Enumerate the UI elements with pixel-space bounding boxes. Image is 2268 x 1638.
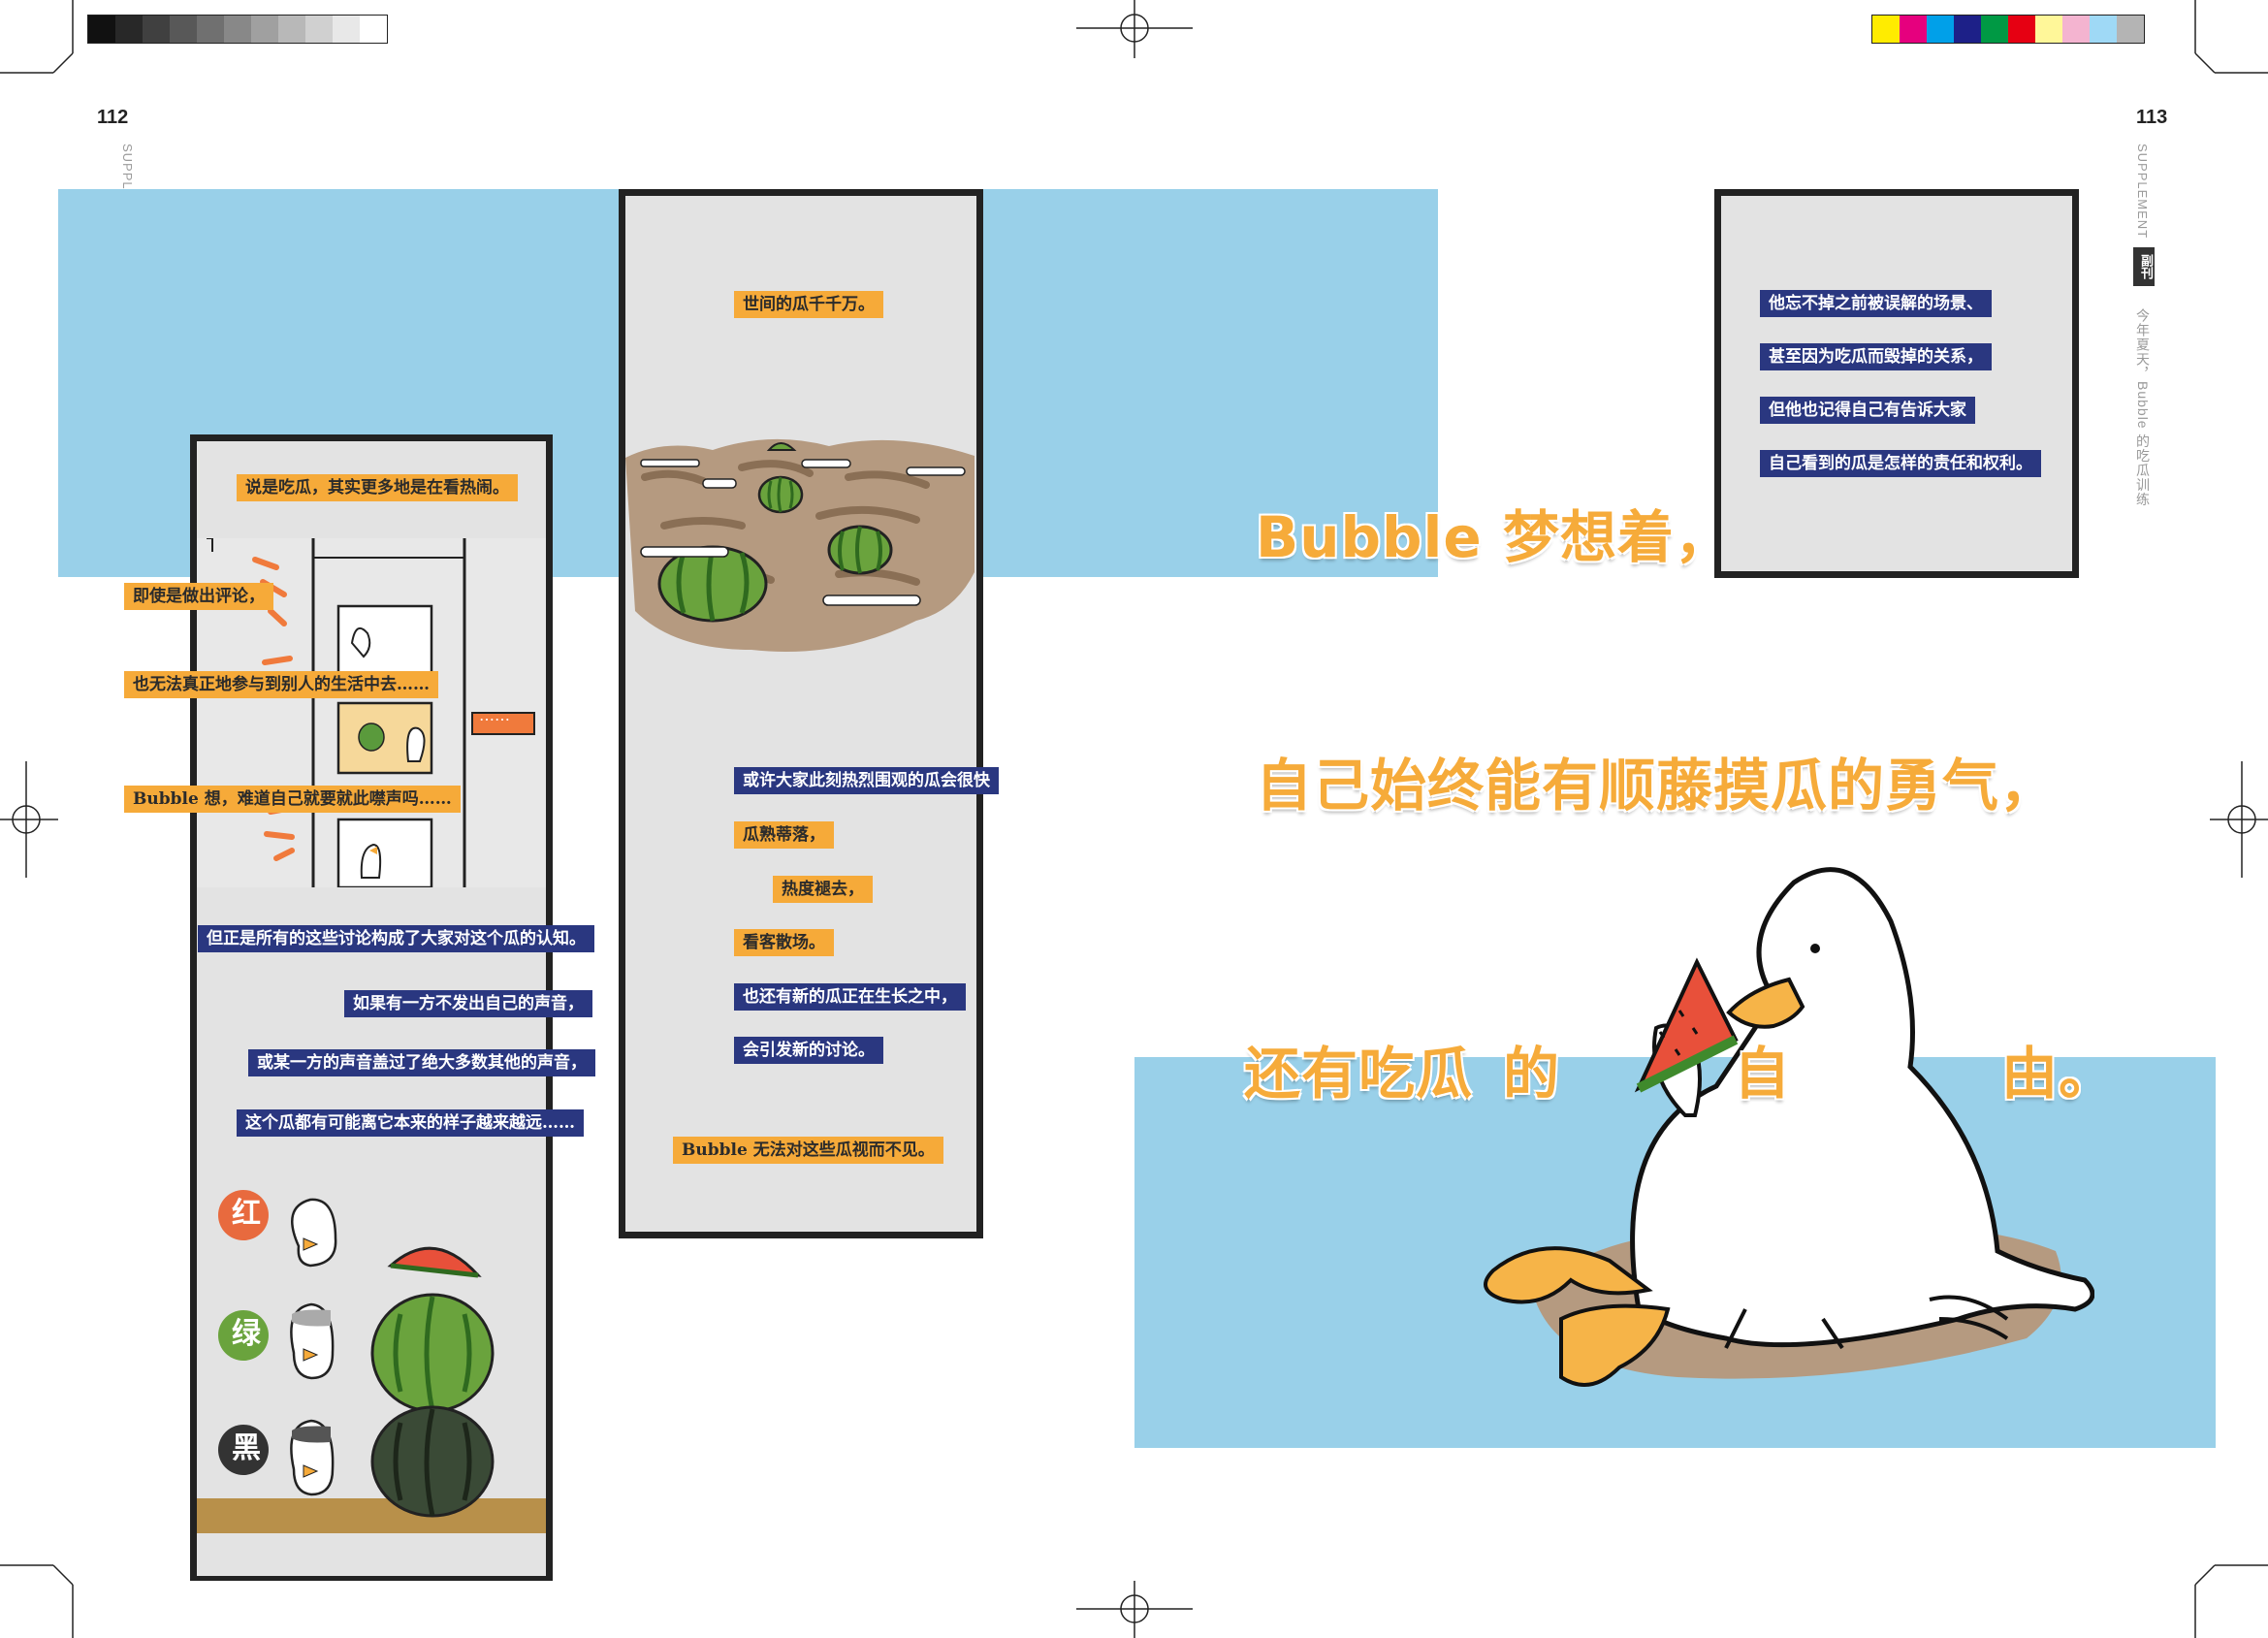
- grey-swatch: [333, 16, 360, 43]
- crop-mark-bl: [0, 1564, 74, 1638]
- color-swatch: [2035, 16, 2062, 43]
- comic-panel-memory: [1714, 189, 2079, 578]
- caption-label: 看客散场。: [734, 929, 834, 956]
- color-swatch: [2008, 16, 2035, 43]
- color-swatch: [2090, 16, 2117, 43]
- badge-green: 绿: [232, 1317, 261, 1351]
- caption-label: Bubble 想，难道自己就要就此噤声吗……: [124, 786, 461, 813]
- caption-label: 他忘不掉之前被误解的场景、: [1760, 290, 1992, 317]
- headline-line-2: 自己始终能有顺藤摸瓜的勇气，: [1256, 753, 2058, 819]
- color-swatch: [1927, 16, 1954, 43]
- headline-line-3c: 自: [1734, 1041, 1792, 1107]
- page-number-left: 112: [97, 107, 129, 128]
- headline-line-3b: 的: [1503, 1041, 1561, 1107]
- badge-black: 黑: [232, 1431, 261, 1465]
- caption-label: 即使是做出评论，: [124, 583, 273, 610]
- speech-bubble-text: ……: [479, 706, 510, 724]
- supplement-label-right: SUPPLEMENT: [2135, 144, 2150, 240]
- caption-label: 但正是所有的这些讨论构成了大家对这个瓜的认知。: [198, 925, 594, 952]
- crop-mark-tr: [2194, 0, 2268, 74]
- caption-label: 也无法真正地参与到别人的生活中去……: [124, 671, 438, 698]
- color-swatch: [1981, 16, 2008, 43]
- caption-label: 说是吃瓜，其实更多地是在看热闹。: [237, 474, 518, 501]
- melon-field-illustration: [625, 438, 974, 652]
- grey-swatch: [115, 16, 143, 43]
- headline-line-3a: 还有吃瓜: [1244, 1041, 1474, 1107]
- caption-label: 瓜熟蒂落，: [734, 821, 834, 849]
- color-swatch: [1900, 16, 1927, 43]
- color-swatch: [2062, 16, 2090, 43]
- color-swatch: [1954, 16, 1981, 43]
- caption-label: 或许大家此刻热烈围观的瓜会很快: [734, 767, 999, 794]
- supplement-seal-right: 副刊: [2133, 247, 2155, 286]
- registration-mark-left: [0, 761, 58, 878]
- grey-swatch: [170, 16, 197, 43]
- caption-label: 如果有一方不发出自己的声音，: [344, 990, 592, 1017]
- grey-swatch: [197, 16, 224, 43]
- grey-swatch: [278, 16, 305, 43]
- caption-label: 热度褪去，: [773, 876, 873, 903]
- comic-panel-melon-field: [619, 189, 983, 1238]
- caption-label: 甚至因为吃瓜而毁掉的关系，: [1760, 343, 1992, 370]
- caption-label: 或某一方的声音盖过了绝大多数其他的声音，: [248, 1049, 595, 1076]
- running-title-right: 今年夏天，Bubble 的吃瓜训练: [2135, 308, 2151, 507]
- caption-label: 自己看到的瓜是怎样的责任和权利。: [1760, 450, 2041, 477]
- grey-swatch: [305, 16, 333, 43]
- grey-color-bar: [87, 15, 388, 44]
- registration-mark-bottom: [1076, 1581, 1193, 1638]
- color-swatch: [1872, 16, 1900, 43]
- page-number-right: 113: [2136, 107, 2168, 128]
- headline-line-1: Bubble 梦想着，: [1256, 504, 1732, 570]
- cmyk-color-bar: [1871, 15, 2145, 44]
- grey-swatch: [143, 16, 170, 43]
- speech-bubble: ……: [471, 706, 535, 735]
- caption-label: 但他也记得自己有告诉大家: [1760, 397, 1975, 424]
- grey-swatch: [360, 16, 387, 43]
- grey-swatch: [251, 16, 278, 43]
- grey-swatch: [224, 16, 251, 43]
- grey-swatch: [88, 16, 115, 43]
- duck-eating-watermelon-illustration: [1484, 867, 2094, 1387]
- crop-mark-br: [2194, 1564, 2268, 1638]
- color-swatch: [2117, 16, 2144, 43]
- caption-label: Bubble 无法对这些瓜视而不见。: [673, 1137, 943, 1164]
- headline-line-3d: 由。: [2001, 1041, 2117, 1107]
- crop-mark-tl: [0, 0, 74, 74]
- caption-label: 会引发新的讨论。: [734, 1037, 883, 1064]
- registration-mark-right: [2210, 761, 2268, 878]
- caption-label: 也还有新的瓜正在生长之中，: [734, 983, 966, 1011]
- badge-red: 红: [232, 1197, 261, 1231]
- caption-label: 这个瓜都有可能离它本来的样子越来越远……: [237, 1109, 584, 1137]
- caption-label: 世间的瓜千千万。: [734, 291, 883, 318]
- registration-mark-top: [1076, 0, 1193, 58]
